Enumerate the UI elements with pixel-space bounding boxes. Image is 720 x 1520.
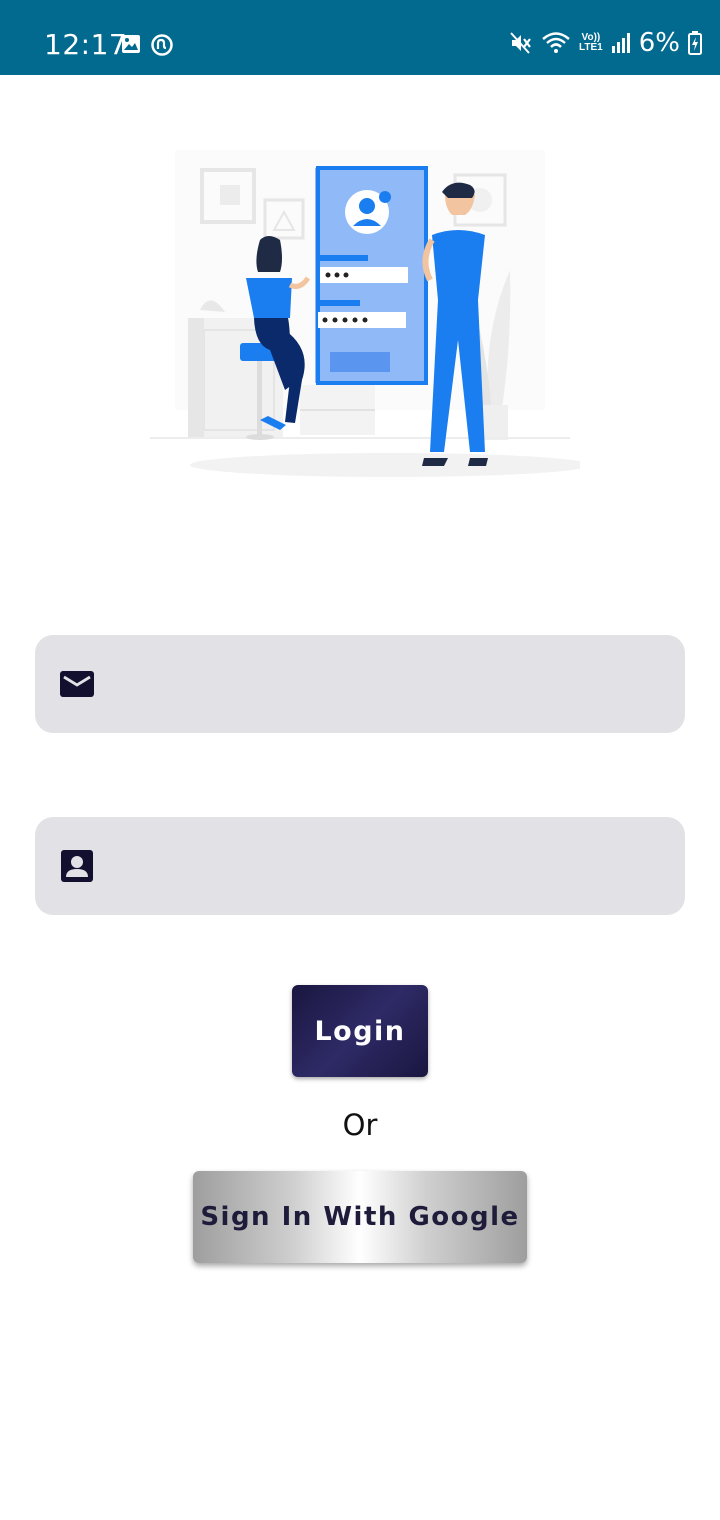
signal-icon	[611, 33, 630, 53]
google-sign-in-button[interactable]: Sign In With Google	[193, 1171, 527, 1263]
status-bar: 12:17 Vo)) LTE1 6%	[0, 0, 720, 75]
password-field[interactable]	[35, 817, 685, 915]
login-button[interactable]: Login	[292, 985, 428, 1077]
status-time: 12:17	[44, 28, 128, 61]
wifi-icon	[542, 32, 570, 53]
network-badge: Vo)) LTE1	[579, 33, 603, 53]
contact-icon	[61, 850, 93, 882]
battery-percentage: 6%	[638, 28, 680, 58]
app-notification-icon	[151, 34, 173, 56]
or-separator: Or	[342, 1108, 378, 1142]
password-input[interactable]	[125, 817, 665, 915]
status-right-icons: Vo)) LTE1 6%	[509, 28, 702, 58]
login-illustration	[150, 150, 580, 477]
email-input[interactable]	[125, 635, 665, 733]
status-left-icons	[121, 34, 173, 56]
battery-charging-icon	[688, 31, 702, 55]
image-icon	[122, 35, 140, 53]
mail-icon	[60, 671, 94, 697]
email-field[interactable]	[35, 635, 685, 733]
lte-label: LTE1	[579, 42, 603, 53]
mute-icon	[510, 32, 531, 54]
